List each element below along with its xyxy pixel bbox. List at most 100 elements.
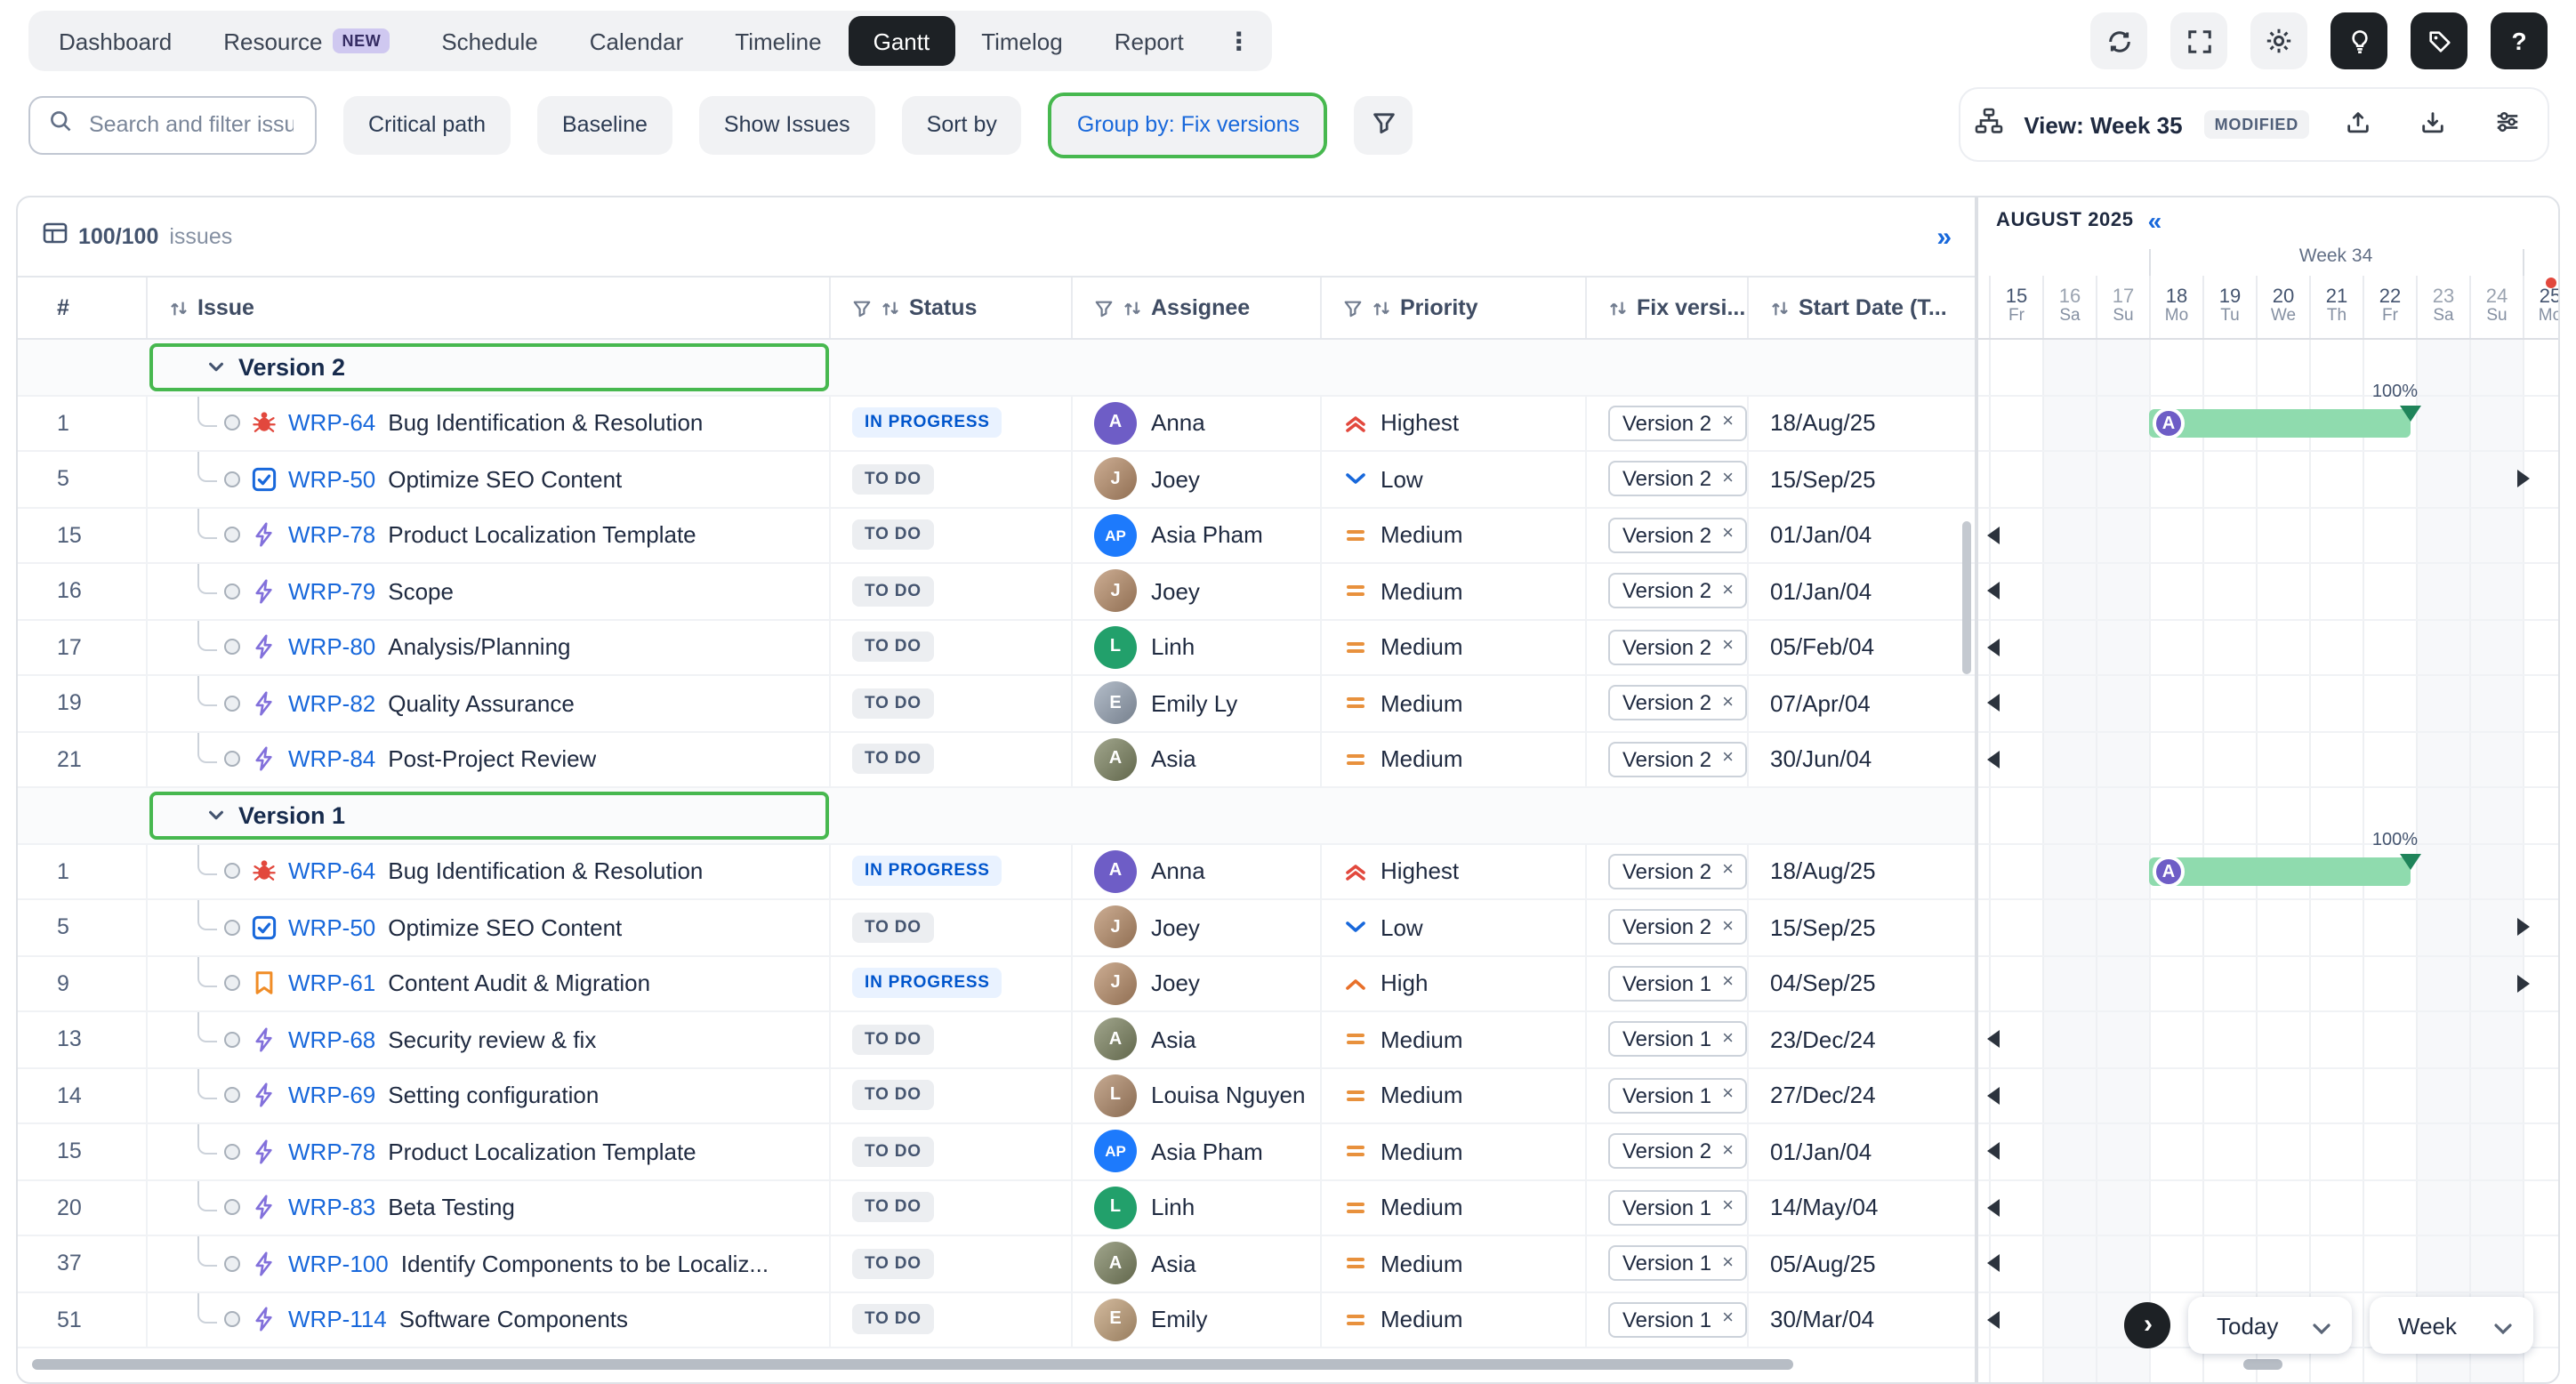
table-row[interactable]: 21WRP-84Post-Project ReviewTO DOAAsiaMed…	[18, 732, 1975, 788]
status-cell[interactable]: TO DO	[831, 1124, 1073, 1179]
priority-cell[interactable]: Low	[1322, 900, 1587, 954]
toolbar-button-sort-by[interactable]: Sort by	[902, 95, 1022, 154]
remove-version-icon[interactable]: ×	[1722, 862, 1734, 881]
table-row[interactable]: 17WRP-80Analysis/PlanningTO DOLLinhMediu…	[18, 620, 1975, 676]
table-row[interactable]: 20WRP-83Beta TestingTO DOLLinhMediumVers…	[18, 1180, 1975, 1236]
start-date-cell[interactable]: 15/Sep/25	[1749, 900, 1975, 954]
table-row[interactable]: 51WRP-114Software ComponentsTO DOEEmilyM…	[18, 1292, 1975, 1348]
fix-version-cell[interactable]: Version 1×	[1587, 1068, 1749, 1122]
assignee-cell[interactable]: AAnna	[1073, 844, 1322, 898]
fix-version-tag[interactable]: Version 1×	[1608, 1302, 1748, 1338]
start-date-cell[interactable]: 23/Dec/24	[1749, 1012, 1975, 1066]
fix-version-tag[interactable]: Version 1×	[1608, 1022, 1748, 1058]
status-cell[interactable]: IN PROGRESS	[831, 956, 1073, 1010]
bar-offscreen-right-arrow[interactable]	[2517, 471, 2530, 488]
issue-key-link[interactable]: WRP-68	[288, 1026, 375, 1053]
fix-version-cell[interactable]: Version 2×	[1587, 732, 1749, 786]
priority-cell[interactable]: Medium	[1322, 620, 1587, 674]
table-row[interactable]: 13WRP-68Security review & fixTO DOAAsiaM…	[18, 1012, 1975, 1068]
status-cell[interactable]: TO DO	[831, 1012, 1073, 1066]
fix-version-cell[interactable]: Version 2×	[1587, 1124, 1749, 1179]
issue-key-link[interactable]: WRP-82	[288, 690, 375, 717]
status-badge[interactable]: TO DO	[852, 688, 934, 719]
issue-key-link[interactable]: WRP-78	[288, 1139, 375, 1165]
nav-tab-report[interactable]: Report	[1090, 16, 1209, 66]
start-date-cell[interactable]: 05/Feb/04	[1749, 620, 1975, 674]
table-row[interactable]: 15WRP-78Product Localization TemplateTO …	[18, 508, 1975, 564]
status-cell[interactable]: TO DO	[831, 452, 1073, 506]
fix-version-tag[interactable]: Version 2×	[1608, 1134, 1748, 1170]
assignee-cell[interactable]: JJoey	[1073, 956, 1322, 1010]
status-badge[interactable]: TO DO	[852, 1305, 934, 1335]
fix-version-tag[interactable]: Version 2×	[1608, 742, 1748, 777]
priority-cell[interactable]: Medium	[1322, 508, 1587, 562]
remove-version-icon[interactable]: ×	[1722, 470, 1734, 489]
nav-tab-dashboard[interactable]: Dashboard	[34, 16, 197, 66]
fix-version-tag[interactable]: Version 2×	[1608, 910, 1748, 945]
nav-tab-resource[interactable]: ResourceNEW	[198, 16, 415, 66]
help-button[interactable]: ?	[2491, 12, 2548, 69]
start-date-cell[interactable]: 30/Jun/04	[1749, 732, 1975, 786]
scroll-to-today-button[interactable]: ›	[2124, 1302, 2170, 1348]
fix-version-cell[interactable]: Version 2×	[1587, 844, 1749, 898]
sync-button[interactable]	[2090, 12, 2147, 69]
gantt-bar[interactable]: A100%	[2149, 857, 2411, 886]
fix-version-tag[interactable]: Version 2×	[1608, 518, 1748, 553]
start-date-cell[interactable]: 27/Dec/24	[1749, 1068, 1975, 1122]
status-badge[interactable]: TO DO	[852, 520, 934, 551]
status-badge[interactable]: TO DO	[852, 1249, 934, 1279]
remove-version-icon[interactable]: ×	[1722, 1254, 1734, 1274]
start-date-cell[interactable]: 15/Sep/25	[1749, 452, 1975, 506]
bar-offscreen-left-arrow[interactable]	[1987, 1311, 2000, 1329]
assignee-cell[interactable]: APAsia Pham	[1073, 508, 1322, 562]
status-cell[interactable]: TO DO	[831, 676, 1073, 730]
toolbar-button-baseline[interactable]: Baseline	[537, 95, 672, 154]
assignee-cell[interactable]: EEmily Ly	[1073, 676, 1322, 730]
upload-button[interactable]	[2330, 98, 2384, 151]
assignee-cell[interactable]: JJoey	[1073, 900, 1322, 954]
status-cell[interactable]: TO DO	[831, 732, 1073, 786]
filter-button[interactable]	[1355, 95, 1413, 154]
expand-table-button[interactable]: »	[1936, 221, 1950, 252]
table-row[interactable]: 19WRP-82Quality AssuranceTO DOEEmily LyM…	[18, 676, 1975, 732]
issue-key-link[interactable]: WRP-83	[288, 1195, 375, 1221]
nav-more-button[interactable]: ⋮	[1211, 16, 1268, 66]
bar-offscreen-left-arrow[interactable]	[1987, 1031, 2000, 1049]
status-cell[interactable]: TO DO	[831, 508, 1073, 562]
assignee-cell[interactable]: AAnna	[1073, 396, 1322, 450]
table-row[interactable]: 5WRP-50Optimize SEO ContentTO DOJJoeyLow…	[18, 900, 1975, 956]
remove-version-icon[interactable]: ×	[1722, 1086, 1734, 1106]
status-cell[interactable]: TO DO	[831, 900, 1073, 954]
gantt-bar[interactable]: A100%	[2149, 409, 2411, 438]
status-cell[interactable]: IN PROGRESS	[831, 844, 1073, 898]
priority-cell[interactable]: Low	[1322, 452, 1587, 506]
fix-version-cell[interactable]: Version 1×	[1587, 1012, 1749, 1066]
issue-key-link[interactable]: WRP-64	[288, 410, 375, 437]
nav-tab-timeline[interactable]: Timeline	[710, 16, 846, 66]
bar-offscreen-left-arrow[interactable]	[1987, 1087, 2000, 1105]
fix-version-tag[interactable]: Version 2×	[1608, 406, 1748, 441]
assignee-cell[interactable]: LLinh	[1073, 620, 1322, 674]
start-date-cell[interactable]: 18/Aug/25	[1749, 396, 1975, 450]
column-header-priority[interactable]: Priority	[1322, 278, 1587, 338]
bar-offscreen-left-arrow[interactable]	[1987, 639, 2000, 656]
start-date-cell[interactable]: 18/Aug/25	[1749, 844, 1975, 898]
column-settings-button[interactable]	[2480, 98, 2533, 151]
bar-offscreen-left-arrow[interactable]	[1987, 527, 2000, 544]
fix-version-tag[interactable]: Version 2×	[1608, 574, 1748, 609]
search-box[interactable]	[28, 95, 317, 154]
priority-cell[interactable]: Medium	[1322, 732, 1587, 786]
bar-offscreen-right-arrow[interactable]	[2517, 975, 2530, 993]
priority-cell[interactable]: Medium	[1322, 676, 1587, 730]
toolbar-button-show-issues[interactable]: Show Issues	[699, 95, 875, 154]
issue-key-link[interactable]: WRP-61	[288, 970, 375, 997]
issue-key-link[interactable]: WRP-50	[288, 466, 375, 493]
fix-version-cell[interactable]: Version 1×	[1587, 1236, 1749, 1291]
start-date-cell[interactable]: 14/May/04	[1749, 1180, 1975, 1235]
remove-version-icon[interactable]: ×	[1722, 1030, 1734, 1050]
status-badge[interactable]: IN PROGRESS	[852, 969, 1002, 999]
search-input[interactable]	[85, 110, 297, 139]
fix-version-cell[interactable]: Version 2×	[1587, 508, 1749, 562]
status-cell[interactable]: TO DO	[831, 1068, 1073, 1122]
remove-version-icon[interactable]: ×	[1722, 694, 1734, 713]
